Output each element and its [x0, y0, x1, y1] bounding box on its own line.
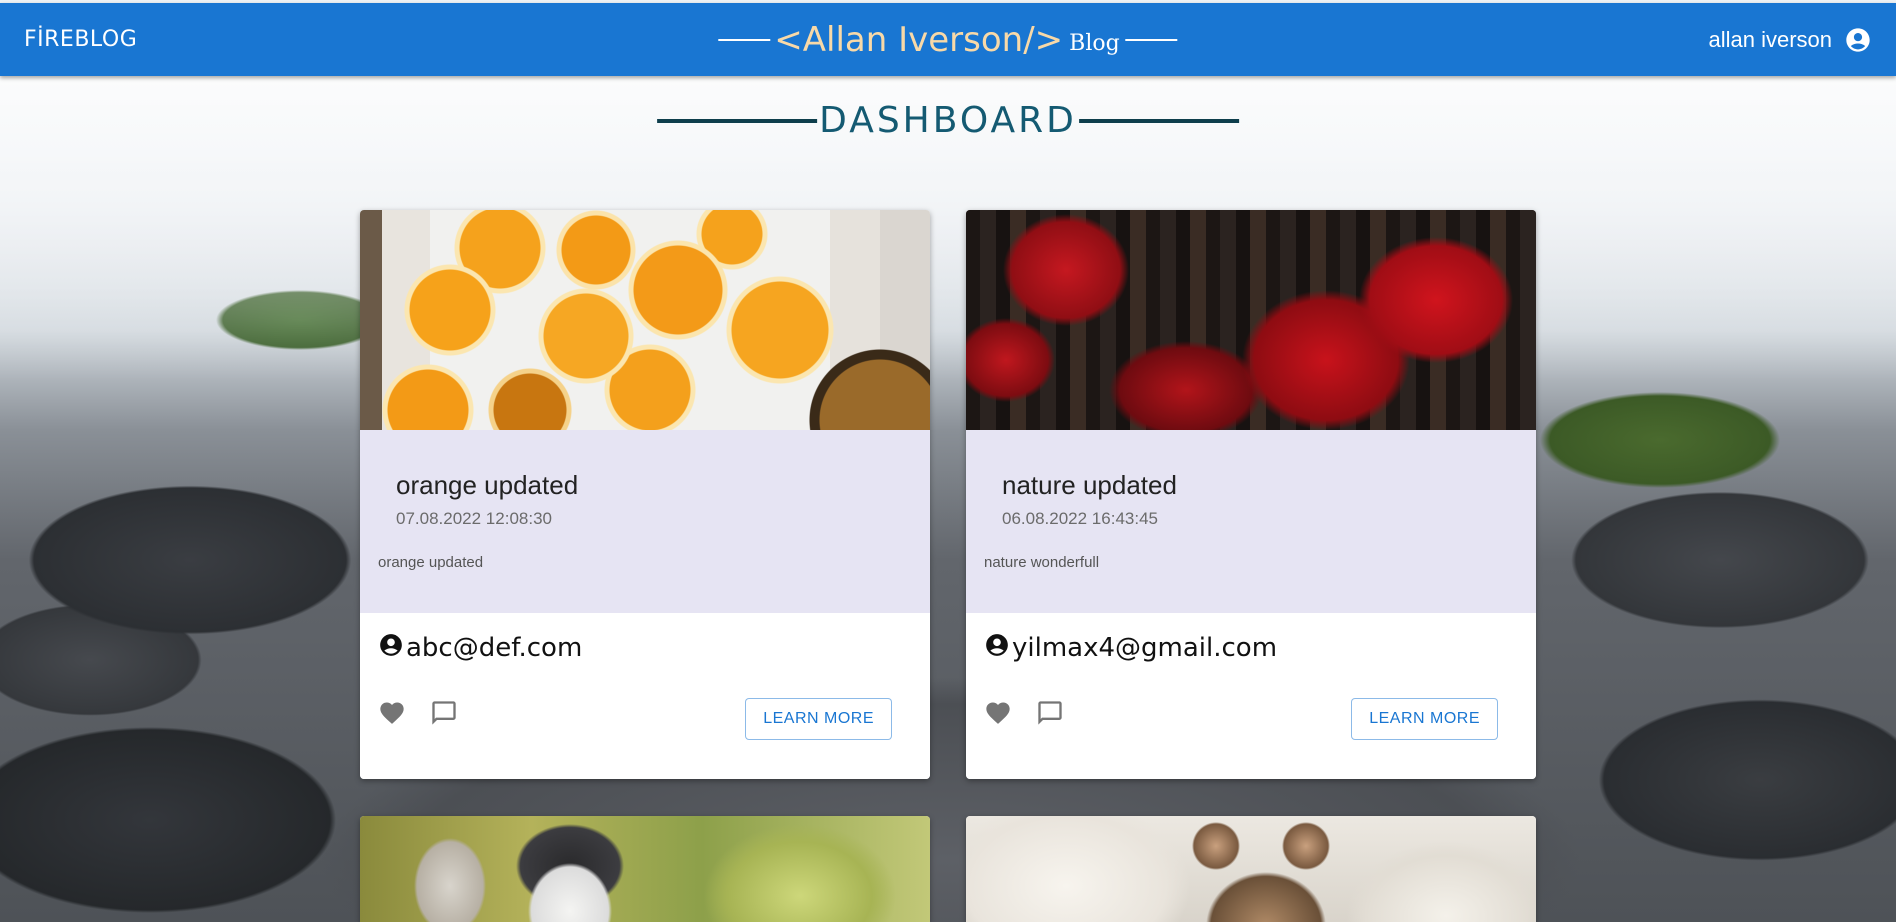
site-title-main: <Allan Iverson/>	[774, 19, 1064, 60]
post-card-footer: abc@def.com LEARN MORE	[360, 613, 930, 779]
post-title: nature updated	[1002, 470, 1177, 500]
learn-more-button[interactable]: LEARN MORE	[745, 698, 892, 740]
post-card-footer: yilmax4@gmail.com LEARN MORE	[966, 613, 1536, 779]
account-circle-icon	[986, 634, 1008, 656]
comment-icon[interactable]	[430, 699, 458, 727]
heart-icon[interactable]	[378, 699, 406, 727]
post-excerpt: nature wonderfull	[984, 554, 1100, 571]
dashboard-heading: DASHBOARD	[657, 100, 1239, 141]
user-menu[interactable]: allan iverson	[1708, 26, 1872, 54]
user-name: allan iverson	[1708, 26, 1832, 52]
post-card[interactable]: nature updated 06.08.2022 16:43:45 natur…	[966, 210, 1536, 779]
post-actions	[984, 699, 1064, 727]
post-card[interactable]	[966, 816, 1536, 922]
post-card[interactable]: orange updated 07.08.2022 12:08:30 orang…	[360, 210, 930, 779]
heart-icon[interactable]	[984, 699, 1012, 727]
post-card-body[interactable]: orange updated 07.08.2022 12:08:30 orang…	[360, 430, 930, 613]
post-image-cat[interactable]	[966, 816, 1536, 922]
post-image-oranges[interactable]	[360, 210, 930, 430]
post-date: 07.08.2022 12:08:30	[396, 509, 552, 528]
brand-logo[interactable]: FİREBLOG	[24, 27, 137, 52]
title-line-left	[718, 38, 771, 41]
post-card[interactable]	[360, 816, 930, 922]
post-date: 06.08.2022 16:43:45	[1002, 509, 1158, 528]
site-title: <Allan Iverson/> Blog	[718, 19, 1178, 60]
post-image-forest[interactable]	[966, 210, 1536, 430]
post-author: abc@def.com	[378, 633, 582, 663]
post-author-email: abc@def.com	[406, 633, 583, 663]
app-bar: FİREBLOG <Allan Iverson/> Blog allan ive…	[0, 3, 1896, 76]
site-title-suffix: Blog	[1069, 31, 1120, 56]
title-line-right	[1125, 38, 1178, 41]
post-title: orange updated	[396, 470, 579, 500]
comment-icon[interactable]	[1036, 699, 1064, 727]
post-image-husky[interactable]	[360, 816, 930, 922]
post-actions	[378, 699, 458, 727]
post-author: yilmax4@gmail.com	[984, 633, 1277, 663]
heading-line-right	[1078, 118, 1239, 123]
page-title: DASHBOARD	[819, 100, 1077, 141]
account-circle-icon	[380, 634, 402, 656]
post-author-email: yilmax4@gmail.com	[1012, 633, 1278, 663]
post-card-body[interactable]: nature updated 06.08.2022 16:43:45 natur…	[966, 430, 1536, 613]
learn-more-button[interactable]: LEARN MORE	[1351, 698, 1498, 740]
heading-line-left	[657, 118, 818, 123]
account-circle-icon[interactable]	[1844, 26, 1872, 54]
post-excerpt: orange updated	[378, 554, 484, 571]
